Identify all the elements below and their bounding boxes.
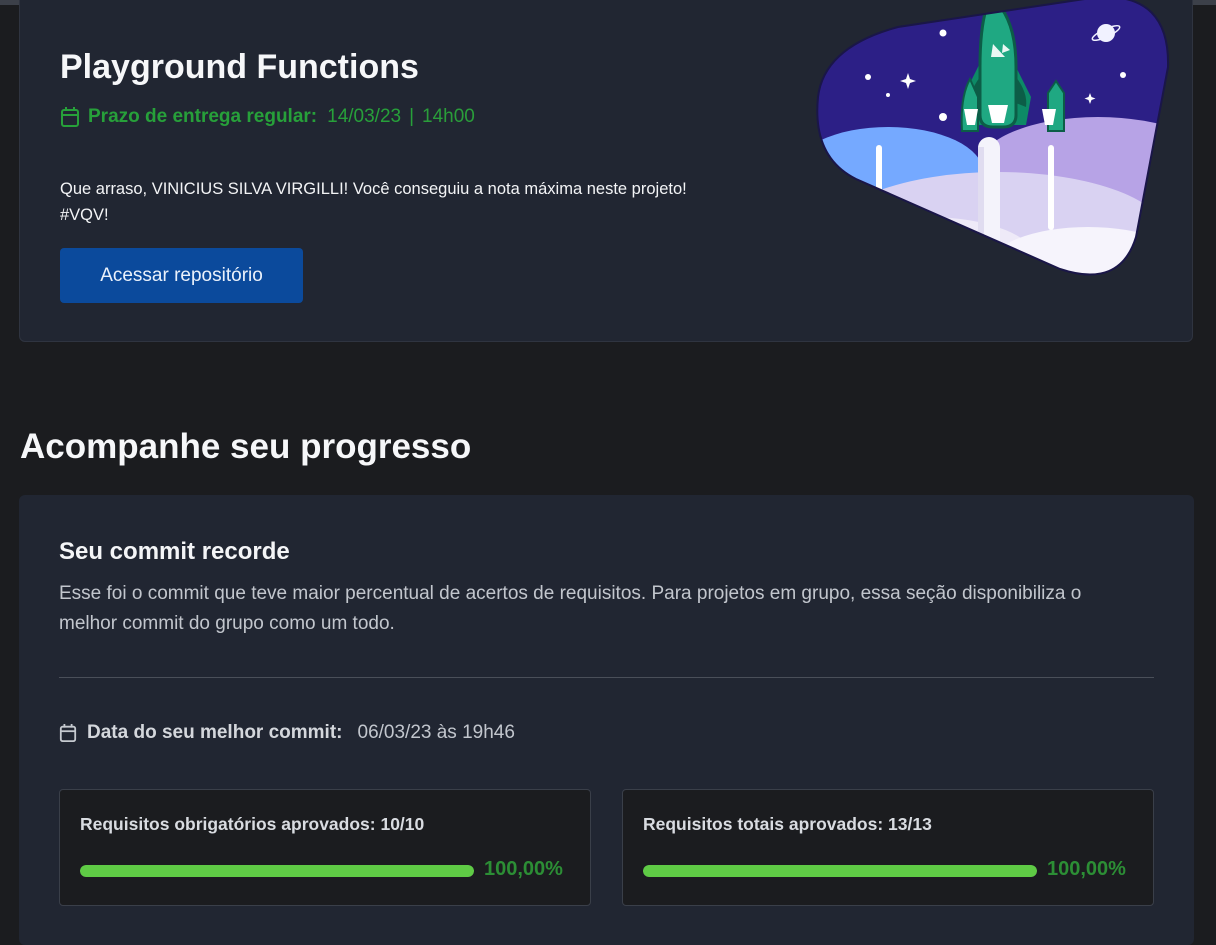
best-commit-info: Data do seu melhor commit: 06/03/23 às 1… bbox=[59, 722, 515, 744]
rocket-launch-illustration bbox=[816, 0, 1170, 276]
commit-record-description: Esse foi o commit que teve maior percent… bbox=[59, 583, 1082, 634]
project-title: Playground Functions bbox=[60, 48, 419, 86]
deadline-info: Prazo de entrega regular: 14/03/23 | 14h… bbox=[60, 106, 475, 128]
total-requirements-label: Requisitos totais aprovados: 13/13 bbox=[643, 814, 932, 834]
commit-record-title: Seu commit recorde bbox=[59, 538, 290, 565]
mandatory-requirements-label: Requisitos obrigatórios aprovados: 10/10 bbox=[80, 814, 425, 834]
mandatory-progress-fill bbox=[80, 865, 474, 877]
congrats-line-2: #VQV! bbox=[60, 206, 109, 224]
progress-section-title: Acompanhe seu progresso bbox=[20, 427, 472, 466]
deadline-date: 14/03/23 bbox=[327, 106, 402, 127]
total-progress-percent: 100,00% bbox=[1047, 858, 1126, 880]
best-commit-label: Data do seu melhor commit: bbox=[87, 722, 343, 743]
calendar-icon bbox=[61, 107, 79, 127]
total-progress-fill bbox=[643, 865, 1037, 877]
access-repository-button[interactable]: Acessar repositório bbox=[60, 248, 303, 303]
mandatory-progress-percent: 100,00% bbox=[484, 858, 563, 880]
mandatory-requirements-box: Requisitos obrigatórios aprovados: 10/10… bbox=[59, 789, 591, 906]
congrats-message: Que arraso, VINICIUS SILVA VIRGILLI! Voc… bbox=[60, 176, 760, 228]
total-progress-bar bbox=[643, 865, 1037, 877]
deadline-label: Prazo de entrega regular: bbox=[88, 106, 318, 127]
congrats-line-1: Que arraso, VINICIUS SILVA VIRGILLI! Voc… bbox=[60, 180, 687, 198]
project-card: Playground Functions Prazo de entrega re… bbox=[19, 0, 1193, 342]
commit-record-card: Seu commit recorde Esse foi o commit que… bbox=[19, 495, 1194, 945]
deadline-time: 14h00 bbox=[422, 106, 475, 127]
calendar-icon bbox=[59, 724, 77, 742]
best-commit-date: 06/03/23 às 19h46 bbox=[357, 722, 515, 743]
total-requirements-box: Requisitos totais aprovados: 13/13 100,0… bbox=[622, 789, 1154, 906]
mandatory-progress-bar bbox=[80, 865, 474, 877]
divider bbox=[59, 677, 1154, 678]
deadline-separator: | bbox=[409, 106, 415, 127]
